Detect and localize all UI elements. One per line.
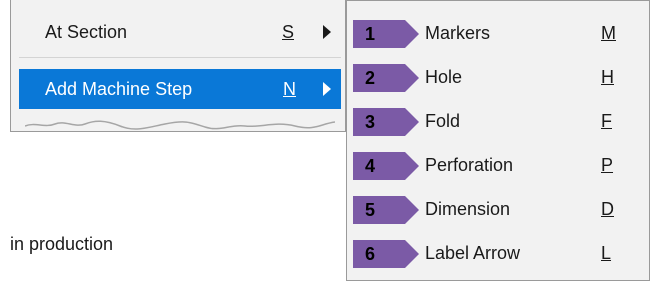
submenu-item-shortcut: P (601, 155, 614, 175)
submenu-item-label: Dimension (425, 199, 511, 219)
submenu-item-label: Perforation (425, 155, 514, 175)
submenu-item-label: Markers (425, 23, 491, 43)
clipped-text-decoration (25, 120, 335, 130)
menu-item-shortcut: S (282, 21, 295, 42)
context-menu: At Section S Add Machine Step N (10, 0, 346, 132)
submenu-item-perforation[interactable]: 4 Perforation P (347, 144, 649, 188)
svg-text:3: 3 (365, 112, 375, 132)
submenu-item-shortcut: F (601, 111, 612, 131)
submenu-item-shortcut: D (601, 199, 614, 219)
svg-text:6: 6 (365, 244, 375, 264)
submenu-item-shortcut: L (601, 243, 612, 263)
submenu-arrow-icon (323, 82, 331, 96)
submenu-item-label-arrow[interactable]: 6 Label Arrow L (347, 232, 649, 276)
submenu-item-hole[interactable]: 2 Hole H (347, 56, 649, 100)
svg-text:5: 5 (365, 200, 375, 220)
menu-item-shortcut: N (283, 78, 296, 99)
submenu-item-label: Hole (425, 67, 463, 87)
step-number-badge-icon: 3 (353, 108, 419, 136)
svg-text:4: 4 (365, 156, 375, 176)
step-number-badge-icon: 5 (353, 196, 419, 224)
svg-text:1: 1 (365, 24, 375, 44)
submenu-item-label: Label Arrow (425, 243, 521, 263)
submenu-item-markers[interactable]: 1 Markers M (347, 12, 649, 56)
step-number-badge-icon: 1 (353, 20, 419, 48)
submenu-item-label: Fold (425, 111, 461, 131)
step-number-badge-icon: 4 (353, 152, 419, 180)
svg-text:2: 2 (365, 68, 375, 88)
submenu-item-dimension[interactable]: 5 Dimension D (347, 188, 649, 232)
background-text: in production (10, 234, 114, 254)
menu-item-at-section[interactable]: At Section S (19, 12, 341, 52)
step-number-badge-icon: 6 (353, 240, 419, 268)
submenu-item-shortcut: M (601, 23, 616, 43)
machine-step-submenu: 1 Markers M 2 Hole H 3 Fold F 4 Perforat… (346, 0, 650, 281)
menu-separator (19, 57, 341, 58)
submenu-item-fold[interactable]: 3 Fold F (347, 100, 649, 144)
menu-item-label: Add Machine Step (45, 78, 193, 99)
menu-item-add-machine-step[interactable]: Add Machine Step N (19, 69, 341, 109)
menu-item-label: At Section (45, 21, 128, 42)
submenu-arrow-icon (323, 25, 331, 39)
step-number-badge-icon: 2 (353, 64, 419, 92)
submenu-item-shortcut: H (601, 67, 614, 87)
